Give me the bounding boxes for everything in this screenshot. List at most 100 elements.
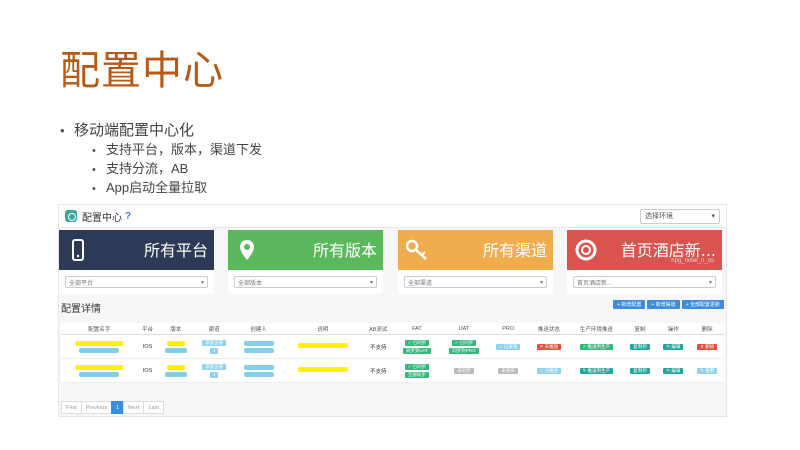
column-header: 渠道 [194,323,235,335]
sync-button[interactable]: 同步到PRO [449,347,479,354]
redacted-text [297,343,348,348]
column-header: PRO [487,323,529,335]
cell-push: ✓ 已推送 [528,358,570,383]
sub-bullet-text: 支持平台，版本，渠道下发 [106,142,263,157]
page-previous-button[interactable]: Previous [80,401,113,414]
add-config-button[interactable]: + 新增配置 [613,300,646,309]
push-button[interactable]: ✓ 推送到生产 [579,343,614,350]
channel-select[interactable]: 全部渠道 ▾ [404,276,547,288]
tile-platform[interactable]: 所有平台 全部平台 ▾ [59,230,214,294]
cell-op: ✎ 编辑 [656,334,691,359]
column-header: 生产环境推送 [569,323,624,335]
cell-uat: ✓ 已同步 同步到PRO [440,334,488,359]
edit-button[interactable]: ✎ 编辑 [663,367,684,374]
cell-pro: 未发布 [487,358,529,383]
redacted-text [75,340,124,346]
tile-config-name[interactable]: 首页酒店新... hpg_hotel_n_os 首页酒店新... ▾ [567,230,722,294]
cell-uat: 未同步 [440,358,488,383]
tile-label: 所有版本 [312,241,377,260]
page-last-button[interactable]: Last [143,401,164,414]
app-screenshot: 配置中心 ? 选择环境 ▾ 所有平台 全部平台 ▾ 所有版本 全部版本 ▾ 所有渠道 [58,204,727,417]
redacted-text [79,347,120,353]
tile-label: 所有渠道 [482,241,547,260]
version-select[interactable]: 全部版本 ▾ [234,276,377,288]
cell-prod-push: ✓ 推送到生产 [569,334,624,359]
tile-band: 所有平台 [59,230,214,270]
sync-button[interactable]: 全部同步 [404,371,429,378]
edit-button[interactable]: ✎ 编辑 [663,343,684,350]
tile-body: 首页酒店新... ▾ [567,270,722,294]
tile-version[interactable]: 所有版本 全部版本 ▾ [228,230,383,294]
delete-button[interactable]: ✕ 删除 [697,343,718,350]
tile-band: 首页酒店新... hpg_hotel_n_os [567,230,722,270]
view-button[interactable]: ✎ 查看 [697,367,718,374]
channel-chip: 1 [209,371,219,378]
help-icon[interactable]: ? [125,211,131,222]
cell-copy: 复制到 [623,334,657,359]
column-header: 版本 [157,323,195,335]
redacted-text [75,364,124,370]
cell-description [283,358,363,383]
app-header: 配置中心 ? 选择环境 ▾ [59,205,726,228]
cell-push: ✕ 未推送 [528,334,570,359]
cell-prod-push: ✎ 推送到生产 [569,358,624,383]
add-channel-button[interactable]: + 新增渠道 [647,300,680,309]
copy-button[interactable]: 复制到 [630,367,650,374]
chevron-down-icon: ▾ [539,279,543,286]
tile-body: 全部渠道 ▾ [398,270,553,294]
column-header: FAT [393,323,441,335]
cell-description [283,334,363,359]
column-header: 推送状态 [528,323,570,335]
push-button[interactable]: ✎ 推送到生产 [579,367,614,374]
table-row: IOS 渠道全部 1 不支持 ✓ 已同步 同步到UAT ✓ 已同步 同步到PRO ✓ … [61,334,724,359]
cell-config-name [61,358,138,383]
pagination: First Previous 1 Next Last [61,401,164,414]
channel-chip: 渠道全部 [202,363,227,370]
config-name-select[interactable]: 首页酒店新... ▾ [573,276,716,288]
env-select[interactable]: 选择环境 ▾ [640,208,720,224]
tile-band: 所有渠道 [398,230,553,270]
select-value: 全部平台 [69,280,94,287]
cell-delete: ✎ 查看 [690,358,724,383]
key-icon [406,239,427,260]
column-header: 删除 [690,323,724,335]
status-badge: ✕ 未推送 [536,343,562,350]
status-badge: ✓ 已同步 [451,339,477,346]
filter-tiles: 所有平台 全部平台 ▾ 所有版本 全部版本 ▾ 所有渠道 全部渠道 ▾ 首页酒店新..… [59,230,726,296]
app-title: 配置中心 [82,212,122,224]
cell-fat: ✓ 已同步 同步到UAT [393,334,441,359]
status-badge: 未同步 [454,367,474,374]
copy-button[interactable]: 复制到 [630,343,650,350]
cell-op: ✎ 编辑 [656,358,691,383]
tile-sublabel: hpg_hotel_n_os [671,258,714,264]
redacted-text [164,371,187,377]
column-header: 操作 [656,323,691,335]
page-first-button[interactable]: First [61,401,82,414]
redacted-text [297,367,348,372]
table-row: IOS 渠道全部 1 不支持 ✓ 已同步 全部同步 未同步 未发布 ✓ 已推送 ✎ … [61,358,724,383]
sync-button[interactable]: 同步到UAT [402,347,431,354]
column-header: 创建人 [234,323,284,335]
cell-config-name [61,334,138,359]
cell-ab: 不支持 [362,334,394,359]
cell-platform: IOS [137,358,158,383]
update-all-button[interactable]: + 全部配置更新 [681,300,724,309]
tile-band: 所有版本 [228,230,383,270]
page-next-button[interactable]: Next [123,401,145,414]
sub-bullet-item: • 支持平台，版本，渠道下发 [92,142,263,157]
cell-fat: ✓ 已同步 全部同步 [393,358,441,383]
select-value: 首页酒店新... [577,280,613,287]
redacted-text [166,364,185,370]
column-header: 平台 [137,323,158,335]
platform-select[interactable]: 全部平台 ▾ [65,276,208,288]
table-header-row: 配置名字 平台 版本 渠道 创建人 说明 AB测试 FAT UAT PRO 推送… [61,323,724,335]
cell-copy: 复制到 [623,358,657,383]
map-pin-icon [240,240,254,260]
status-badge: ✓ 已同步 [404,339,430,346]
tile-body: 全部版本 ▾ [228,270,383,294]
sub-bullet-item: • 支持分流，AB [92,161,189,176]
tile-channel[interactable]: 所有渠道 全部渠道 ▾ [398,230,553,294]
env-select-value: 选择环境 [645,213,673,220]
column-header: 说明 [283,323,363,335]
config-table: 配置名字 平台 版本 渠道 创建人 说明 AB测试 FAT UAT PRO 推送… [61,323,724,383]
